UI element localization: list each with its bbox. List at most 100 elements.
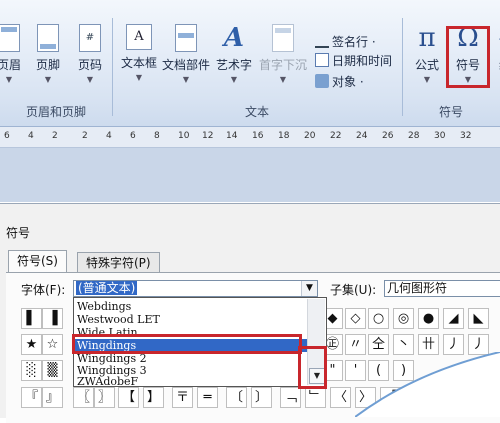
page-curl-graphic (355, 352, 500, 417)
symbol-cell[interactable]: 】 (143, 387, 164, 408)
chevron-down-icon: ▼ (230, 75, 238, 84)
highlight-box (72, 334, 302, 354)
dropcap-icon (272, 24, 294, 52)
symbol-cell[interactable]: ☆ (42, 334, 63, 355)
wordart-icon: A (223, 23, 245, 53)
group-label-symbols: 符号 (438, 105, 463, 119)
symbol-cell[interactable]: 』 (42, 387, 63, 408)
chevron-down-icon: ▼ (5, 75, 13, 84)
font-select-value: (普通文本) (76, 281, 138, 295)
group-label-header-footer: 页眉和页脚 (25, 105, 86, 119)
font-option[interactable]: Webdings (77, 300, 131, 313)
symbol-cell[interactable]: ﹂ (305, 387, 326, 408)
font-option[interactable]: ZWAdobeF (77, 375, 138, 388)
symbol-cell[interactable]: ★ (21, 334, 42, 355)
date-time-icon (315, 53, 329, 67)
symbol-cell[interactable]: ═ (197, 387, 218, 408)
subset-select[interactable]: 几何图形符 (384, 280, 500, 297)
ruler-tick-label: 32 (460, 131, 472, 141)
subset-label: 子集(U): (330, 283, 377, 297)
symbol-cell[interactable]: 〗 (94, 387, 115, 408)
footer-button[interactable]: 页脚 ▼ (30, 24, 66, 84)
ruler-tick-label: 28 (408, 131, 420, 141)
horizontal-ruler[interactable]: 6 4 2 2 4 6 8 10 12 14 16 18 20 22 24 26 28 30 32 (0, 127, 500, 148)
symbol-cell[interactable]: 〖 (73, 387, 94, 408)
quick-parts-button[interactable]: 文档部件 ▼ (160, 24, 212, 84)
group-divider (402, 18, 403, 116)
chevron-down-icon: ▼ (135, 73, 143, 82)
tab-symbols[interactable]: 符号(S) (8, 250, 67, 273)
chevron-down-icon: ▼ (423, 75, 431, 84)
page-number-button[interactable]: # 页码 ▼ (72, 24, 108, 84)
ruler-tick-label: 8 (154, 131, 160, 141)
symbol-cell[interactable]: 〒 (172, 387, 193, 408)
chevron-down-icon: ▼ (279, 75, 287, 84)
ribbon: 页眉 ▼ 页脚 ▼ # 页码 ▼ 页眉和页脚 A 文本框 ▼ 文档部件 ▼ A … (0, 0, 500, 127)
font-select[interactable]: (普通文本) ▼ (73, 280, 318, 297)
symbol-cell[interactable]: ▌ (21, 308, 42, 329)
equation-button[interactable]: π 公式 ▼ (408, 24, 446, 84)
document-workspace (0, 148, 500, 202)
ruler-tick-label: 30 (434, 131, 446, 141)
ruler-tick-label: 14 (226, 131, 238, 141)
symbol-cell[interactable]: ░ (21, 360, 42, 381)
ruler-tick-label: 4 (106, 131, 112, 141)
symbol-cell[interactable]: 〔 (226, 387, 247, 408)
symbol-cell[interactable]: ▒ (42, 360, 63, 381)
textbox-button[interactable]: A 文本框 ▼ (118, 24, 160, 82)
symbol-cell[interactable]: ﹁ (280, 387, 301, 408)
pi-icon: π (418, 23, 436, 53)
ruler-tick-label: 6 (130, 131, 136, 141)
highlight-box (298, 346, 327, 389)
subset-select-value: 几何图形符 (387, 281, 448, 295)
ruler-tick-label: 16 (252, 131, 264, 141)
page-number-icon: # (79, 24, 101, 52)
ruler-tick-label: 6 (4, 131, 10, 141)
symbol-cell[interactable]: ○ (368, 308, 389, 329)
symbol-cell[interactable]: ◢ (443, 308, 464, 329)
symbol-cell[interactable]: ◣ (468, 308, 489, 329)
dialog-title: 符号 (6, 226, 31, 240)
ruler-tick-label: 22 (330, 131, 342, 141)
object-button[interactable]: 对象 · (315, 73, 364, 91)
footer-icon (37, 24, 59, 52)
signature-icon (315, 32, 329, 48)
symbol-cell[interactable]: 【 (118, 387, 139, 408)
quick-parts-icon (175, 24, 197, 52)
symbol-cell[interactable]: ◇ (345, 308, 366, 329)
signature-line-button[interactable]: 签名行 · (315, 32, 376, 50)
ruler-tick-label: 26 (382, 131, 394, 141)
font-option[interactable]: Westwood LET (77, 313, 160, 326)
dropcap-button[interactable]: 首字下沉 ▼ (256, 24, 310, 84)
ruler-tick-label: 4 (28, 131, 34, 141)
ruler-tick-label: 12 (202, 131, 214, 141)
header-icon (0, 24, 20, 52)
ruler-tick-label: 2 (82, 131, 88, 141)
highlight-box (446, 26, 490, 88)
numbering-button[interactable]: # 编 (490, 24, 500, 73)
ruler-tick-label: 24 (356, 131, 368, 141)
group-label-text: 文本 (244, 105, 269, 119)
chevron-down-icon: ▼ (182, 75, 190, 84)
symbol-cell[interactable]: ● (418, 308, 439, 329)
symbol-cell[interactable]: 〈 (330, 387, 351, 408)
header-button[interactable]: 页眉 ▼ (0, 24, 24, 84)
symbol-cell[interactable]: ◎ (393, 308, 414, 329)
symbol-cell[interactable]: 『 (21, 387, 42, 408)
group-divider (112, 18, 113, 116)
object-icon (315, 74, 329, 88)
chevron-down-icon: ▼ (86, 75, 94, 84)
symbol-cell[interactable]: 〕 (251, 387, 272, 408)
textbox-icon: A (126, 24, 152, 50)
wordart-button[interactable]: A 艺术字 ▼ (212, 24, 256, 84)
number-icon: # (494, 24, 500, 52)
tab-special-characters[interactable]: 特殊字符(P) (77, 252, 160, 273)
ruler-tick-label: 10 (178, 131, 190, 141)
font-label: 字体(F): (21, 283, 66, 297)
chevron-down-icon[interactable]: ▼ (301, 281, 317, 296)
ruler-tick-label: 18 (278, 131, 290, 141)
chevron-down-icon: ▼ (44, 75, 52, 84)
symbol-cell[interactable]: ▐ (42, 308, 63, 329)
ruler-tick-label: 20 (304, 131, 316, 141)
date-time-button[interactable]: 日期和时间 (315, 52, 392, 70)
